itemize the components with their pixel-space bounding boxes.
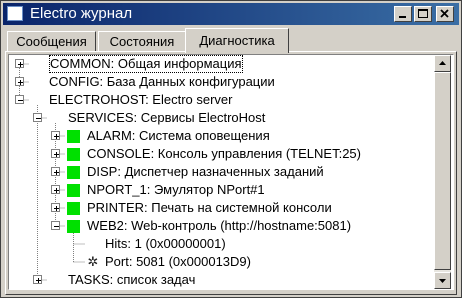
expand-toggle[interactable]	[51, 203, 60, 212]
tree-item-label: WEB2: Web-контроль (http://hostname:5081…	[87, 218, 352, 233]
expand-toggle[interactable]	[15, 59, 24, 68]
diagnostics-tree[interactable]: COMMON: Общая информация CONFIG: База Да…	[8, 54, 454, 290]
expand-toggle[interactable]	[51, 131, 60, 140]
tab-diagnostics[interactable]: Диагностика	[185, 28, 289, 53]
tree-item-label: Hits: 1 (0x00000001)	[105, 236, 226, 251]
tree-item-label: NPORT_1: Эмулятор NPort#1	[87, 182, 265, 197]
tree-item-label: TASKS: список задач	[68, 272, 196, 287]
collapse-toggle[interactable]	[51, 221, 60, 230]
gear-icon: ✲	[87, 254, 99, 269]
status-ok-icon	[67, 130, 80, 143]
tree-item-label: Port: 5081 (0x000013D9)	[105, 254, 251, 269]
expand-toggle[interactable]	[51, 185, 60, 194]
tree-item-label: ALARM: Система оповещения	[87, 128, 270, 143]
expand-toggle[interactable]	[51, 167, 60, 176]
status-ok-icon	[67, 220, 80, 233]
plus-icon	[36, 278, 41, 283]
status-ok-icon	[67, 184, 80, 197]
tree-item-label: CONSOLE: Консоль управления (TELNET:25)	[87, 146, 361, 161]
collapse-toggle[interactable]	[15, 95, 24, 104]
scroll-up-button[interactable]	[434, 55, 451, 72]
vertical-scrollbar[interactable]	[434, 55, 451, 289]
plus-icon	[18, 62, 23, 67]
close-icon	[440, 9, 449, 18]
tree-item-label: SERVICES: Сервисы ElectroHost	[68, 110, 266, 125]
tab-states[interactable]: Состояния	[98, 31, 186, 52]
status-ok-icon	[67, 202, 80, 215]
arrow-up-icon	[439, 61, 446, 65]
scrollbar-thumb[interactable]	[434, 72, 451, 270]
tab-messages[interactable]: Сообщения	[7, 31, 96, 52]
plus-icon	[54, 170, 59, 175]
maximize-button[interactable]	[414, 6, 432, 22]
status-ok-icon	[67, 166, 80, 179]
minus-icon	[36, 118, 41, 119]
plus-icon	[18, 80, 23, 85]
title-bar[interactable]: Electro журнал	[3, 3, 459, 25]
arrow-down-icon	[439, 279, 446, 283]
plus-icon	[54, 206, 59, 211]
maximize-icon	[418, 9, 428, 18]
expand-toggle[interactable]	[51, 149, 60, 158]
minus-icon	[18, 100, 23, 101]
tree-item-label: COMMON: Общая информация	[49, 55, 243, 73]
app-window-icon	[7, 6, 23, 21]
plus-icon	[54, 134, 59, 139]
minimize-icon	[399, 16, 406, 18]
window-title: Electro журнал	[30, 5, 133, 22]
collapse-toggle[interactable]	[33, 113, 42, 122]
minimize-button[interactable]	[394, 6, 412, 22]
scroll-down-button[interactable]	[434, 272, 451, 289]
status-ok-icon	[67, 148, 80, 161]
expand-toggle[interactable]	[33, 275, 42, 284]
plus-icon	[54, 188, 59, 193]
close-button[interactable]	[436, 6, 454, 22]
tree-item-label: PRINTER: Печать на системной консоли	[87, 200, 332, 215]
tree-item-label: DISP: Диспетчер назначенных заданий	[87, 164, 324, 179]
tree-item-label: ELECTROHOST: Electro server	[49, 92, 233, 107]
minus-icon	[54, 226, 59, 227]
plus-icon	[54, 152, 59, 157]
tree-item-label: CONFIG: База Данных конфигурации	[49, 74, 275, 89]
expand-toggle[interactable]	[15, 77, 24, 86]
